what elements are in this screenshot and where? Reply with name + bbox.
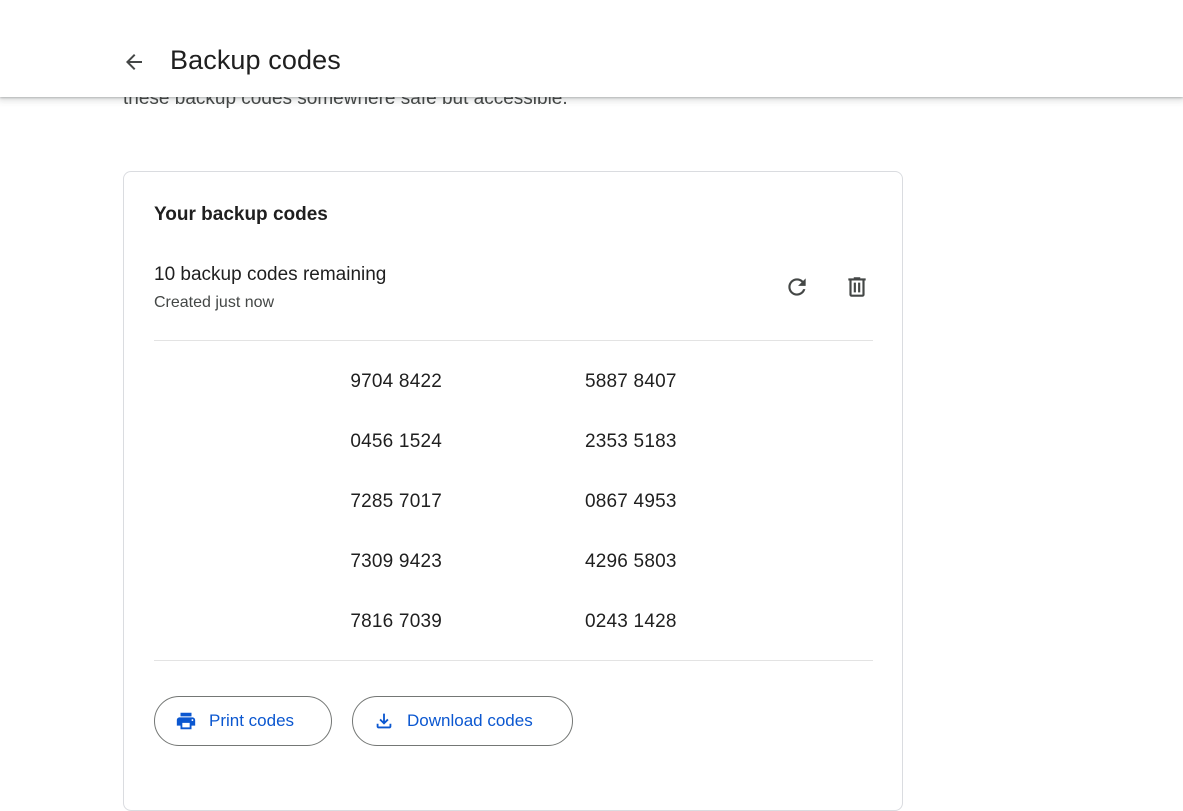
backup-code: 4296 5803 [585, 551, 677, 572]
code-row: 9704 8422 5887 8407 [154, 355, 873, 415]
code-row: 7816 7039 0243 1428 [154, 595, 873, 655]
backup-code: 7309 9423 [350, 551, 442, 572]
backup-codes-card: Your backup codes 10 backup codes remain… [123, 171, 903, 811]
backup-code: 0867 4953 [585, 491, 677, 512]
top-app-bar: Backup codes [0, 0, 1183, 97]
backup-code: 7285 7017 [350, 491, 442, 512]
top-divider [154, 340, 873, 341]
back-button[interactable] [110, 38, 158, 86]
delete-codes-button[interactable] [837, 267, 877, 307]
bottom-divider [154, 660, 873, 661]
page-title: Backup codes [170, 45, 341, 75]
code-row: 0456 1524 2353 5183 [154, 415, 873, 475]
codes-remaining-text: 10 backup codes remaining [154, 264, 387, 285]
print-codes-label: Print codes [209, 711, 295, 730]
refresh-icon [788, 278, 806, 296]
trash-icon [848, 277, 866, 297]
backup-code: 2353 5183 [585, 431, 677, 452]
backup-code: 5887 8407 [585, 371, 677, 392]
print-codes-button[interactable]: Print codes [154, 696, 332, 746]
download-codes-button[interactable]: Download codes [352, 696, 573, 746]
created-timestamp: Created just now [154, 294, 275, 311]
backup-code: 7816 7039 [350, 611, 442, 632]
regenerate-codes-button[interactable] [777, 267, 817, 307]
code-row: 7309 9423 4296 5803 [154, 535, 873, 595]
download-codes-label: Download codes [407, 711, 533, 730]
code-row: 7285 7017 0867 4953 [154, 475, 873, 535]
backup-code: 0243 1428 [585, 611, 677, 632]
codes-grid: 9704 8422 5887 8407 0456 1524 2353 5183 … [154, 355, 873, 655]
backup-code: 0456 1524 [350, 431, 442, 452]
card-title: Your backup codes [154, 204, 328, 225]
print-icon [176, 712, 196, 730]
download-icon [376, 713, 392, 729]
backup-code: 9704 8422 [350, 371, 442, 392]
arrow-back-icon [126, 54, 142, 70]
